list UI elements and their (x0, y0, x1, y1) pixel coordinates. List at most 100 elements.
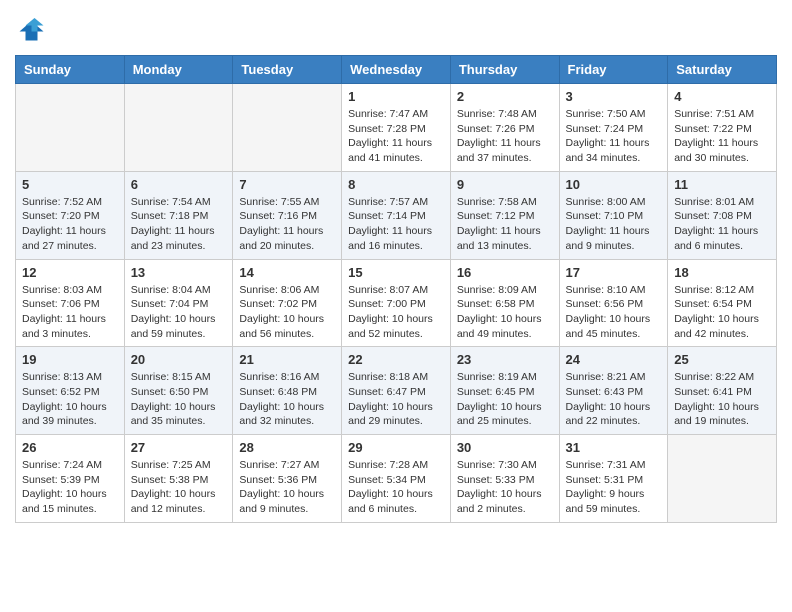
sunrise: Sunrise: 8:22 AM (674, 371, 754, 383)
sunrise: Sunrise: 7:31 AM (566, 459, 646, 471)
daylight: Daylight: 10 hours and 22 minutes. (566, 401, 651, 428)
daylight: Daylight: 10 hours and 25 minutes. (457, 401, 542, 428)
calendar-table: SundayMondayTuesdayWednesdayThursdayFrid… (15, 55, 777, 523)
sunset: Sunset: 5:33 PM (457, 474, 535, 486)
calendar-week-row: 12 Sunrise: 8:03 AM Sunset: 7:06 PM Dayl… (16, 259, 777, 347)
sunrise: Sunrise: 8:16 AM (239, 371, 319, 383)
calendar-day-cell: 25 Sunrise: 8:22 AM Sunset: 6:41 PM Dayl… (668, 347, 777, 435)
sunset: Sunset: 7:12 PM (457, 210, 535, 222)
logo-icon (15, 15, 45, 45)
sunrise: Sunrise: 8:15 AM (131, 371, 211, 383)
daylight: Daylight: 10 hours and 15 minutes. (22, 488, 107, 515)
day-info: Sunrise: 8:04 AM Sunset: 7:04 PM Dayligh… (131, 283, 227, 342)
day-info: Sunrise: 7:47 AM Sunset: 7:28 PM Dayligh… (348, 107, 444, 166)
sunset: Sunset: 6:48 PM (239, 386, 317, 398)
daylight: Daylight: 11 hours and 9 minutes. (566, 225, 650, 252)
calendar-day-cell (124, 84, 233, 172)
sunset: Sunset: 7:18 PM (131, 210, 209, 222)
weekday-header-row: SundayMondayTuesdayWednesdayThursdayFrid… (16, 56, 777, 84)
sunset: Sunset: 7:06 PM (22, 298, 100, 310)
sunrise: Sunrise: 7:57 AM (348, 196, 428, 208)
daylight: Daylight: 10 hours and 29 minutes. (348, 401, 433, 428)
day-info: Sunrise: 8:13 AM Sunset: 6:52 PM Dayligh… (22, 370, 118, 429)
day-number: 26 (22, 440, 118, 455)
sunrise: Sunrise: 7:48 AM (457, 108, 537, 120)
sunrise: Sunrise: 7:54 AM (131, 196, 211, 208)
sunset: Sunset: 7:02 PM (239, 298, 317, 310)
sunrise: Sunrise: 7:24 AM (22, 459, 102, 471)
day-number: 15 (348, 265, 444, 280)
day-number: 14 (239, 265, 335, 280)
day-number: 20 (131, 352, 227, 367)
calendar-day-cell: 21 Sunrise: 8:16 AM Sunset: 6:48 PM Dayl… (233, 347, 342, 435)
daylight: Daylight: 11 hours and 23 minutes. (131, 225, 215, 252)
calendar-day-cell: 26 Sunrise: 7:24 AM Sunset: 5:39 PM Dayl… (16, 435, 125, 523)
daylight: Daylight: 10 hours and 59 minutes. (131, 313, 216, 340)
calendar-day-cell: 8 Sunrise: 7:57 AM Sunset: 7:14 PM Dayli… (342, 171, 451, 259)
calendar-day-cell: 31 Sunrise: 7:31 AM Sunset: 5:31 PM Dayl… (559, 435, 668, 523)
day-info: Sunrise: 8:03 AM Sunset: 7:06 PM Dayligh… (22, 283, 118, 342)
sunset: Sunset: 5:36 PM (239, 474, 317, 486)
day-number: 4 (674, 89, 770, 104)
day-info: Sunrise: 8:09 AM Sunset: 6:58 PM Dayligh… (457, 283, 553, 342)
sunrise: Sunrise: 7:47 AM (348, 108, 428, 120)
day-number: 21 (239, 352, 335, 367)
calendar-day-cell: 3 Sunrise: 7:50 AM Sunset: 7:24 PM Dayli… (559, 84, 668, 172)
daylight: Daylight: 11 hours and 16 minutes. (348, 225, 432, 252)
daylight: Daylight: 11 hours and 34 minutes. (566, 137, 650, 164)
daylight: Daylight: 10 hours and 39 minutes. (22, 401, 107, 428)
day-info: Sunrise: 7:25 AM Sunset: 5:38 PM Dayligh… (131, 458, 227, 517)
sunset: Sunset: 6:41 PM (674, 386, 752, 398)
day-info: Sunrise: 8:12 AM Sunset: 6:54 PM Dayligh… (674, 283, 770, 342)
daylight: Daylight: 10 hours and 52 minutes. (348, 313, 433, 340)
sunset: Sunset: 6:58 PM (457, 298, 535, 310)
day-number: 31 (566, 440, 662, 455)
day-number: 1 (348, 89, 444, 104)
weekday-header: Saturday (668, 56, 777, 84)
sunset: Sunset: 6:54 PM (674, 298, 752, 310)
calendar-day-cell (668, 435, 777, 523)
daylight: Daylight: 10 hours and 19 minutes. (674, 401, 759, 428)
daylight: Daylight: 11 hours and 30 minutes. (674, 137, 758, 164)
day-info: Sunrise: 7:50 AM Sunset: 7:24 PM Dayligh… (566, 107, 662, 166)
day-number: 29 (348, 440, 444, 455)
day-info: Sunrise: 8:22 AM Sunset: 6:41 PM Dayligh… (674, 370, 770, 429)
sunrise: Sunrise: 8:12 AM (674, 284, 754, 296)
sunrise: Sunrise: 7:50 AM (566, 108, 646, 120)
daylight: Daylight: 10 hours and 49 minutes. (457, 313, 542, 340)
calendar-day-cell: 23 Sunrise: 8:19 AM Sunset: 6:45 PM Dayl… (450, 347, 559, 435)
day-info: Sunrise: 8:16 AM Sunset: 6:48 PM Dayligh… (239, 370, 335, 429)
daylight: Daylight: 9 hours and 59 minutes. (566, 488, 645, 515)
calendar-day-cell: 17 Sunrise: 8:10 AM Sunset: 6:56 PM Dayl… (559, 259, 668, 347)
day-number: 22 (348, 352, 444, 367)
sunrise: Sunrise: 7:51 AM (674, 108, 754, 120)
calendar-day-cell: 1 Sunrise: 7:47 AM Sunset: 7:28 PM Dayli… (342, 84, 451, 172)
day-info: Sunrise: 8:21 AM Sunset: 6:43 PM Dayligh… (566, 370, 662, 429)
daylight: Daylight: 10 hours and 42 minutes. (674, 313, 759, 340)
sunset: Sunset: 5:34 PM (348, 474, 426, 486)
day-info: Sunrise: 7:51 AM Sunset: 7:22 PM Dayligh… (674, 107, 770, 166)
daylight: Daylight: 11 hours and 27 minutes. (22, 225, 106, 252)
sunrise: Sunrise: 8:07 AM (348, 284, 428, 296)
day-info: Sunrise: 7:48 AM Sunset: 7:26 PM Dayligh… (457, 107, 553, 166)
daylight: Daylight: 10 hours and 12 minutes. (131, 488, 216, 515)
day-info: Sunrise: 8:10 AM Sunset: 6:56 PM Dayligh… (566, 283, 662, 342)
sunrise: Sunrise: 7:30 AM (457, 459, 537, 471)
sunset: Sunset: 6:50 PM (131, 386, 209, 398)
day-info: Sunrise: 8:01 AM Sunset: 7:08 PM Dayligh… (674, 195, 770, 254)
sunrise: Sunrise: 8:10 AM (566, 284, 646, 296)
daylight: Daylight: 10 hours and 9 minutes. (239, 488, 324, 515)
calendar-day-cell: 12 Sunrise: 8:03 AM Sunset: 7:06 PM Dayl… (16, 259, 125, 347)
calendar-day-cell: 13 Sunrise: 8:04 AM Sunset: 7:04 PM Dayl… (124, 259, 233, 347)
day-info: Sunrise: 7:54 AM Sunset: 7:18 PM Dayligh… (131, 195, 227, 254)
sunset: Sunset: 6:43 PM (566, 386, 644, 398)
calendar-day-cell: 6 Sunrise: 7:54 AM Sunset: 7:18 PM Dayli… (124, 171, 233, 259)
calendar-day-cell: 16 Sunrise: 8:09 AM Sunset: 6:58 PM Dayl… (450, 259, 559, 347)
sunset: Sunset: 7:10 PM (566, 210, 644, 222)
day-number: 13 (131, 265, 227, 280)
sunset: Sunset: 5:31 PM (566, 474, 644, 486)
sunset: Sunset: 6:56 PM (566, 298, 644, 310)
day-number: 3 (566, 89, 662, 104)
weekday-header: Monday (124, 56, 233, 84)
sunset: Sunset: 7:04 PM (131, 298, 209, 310)
